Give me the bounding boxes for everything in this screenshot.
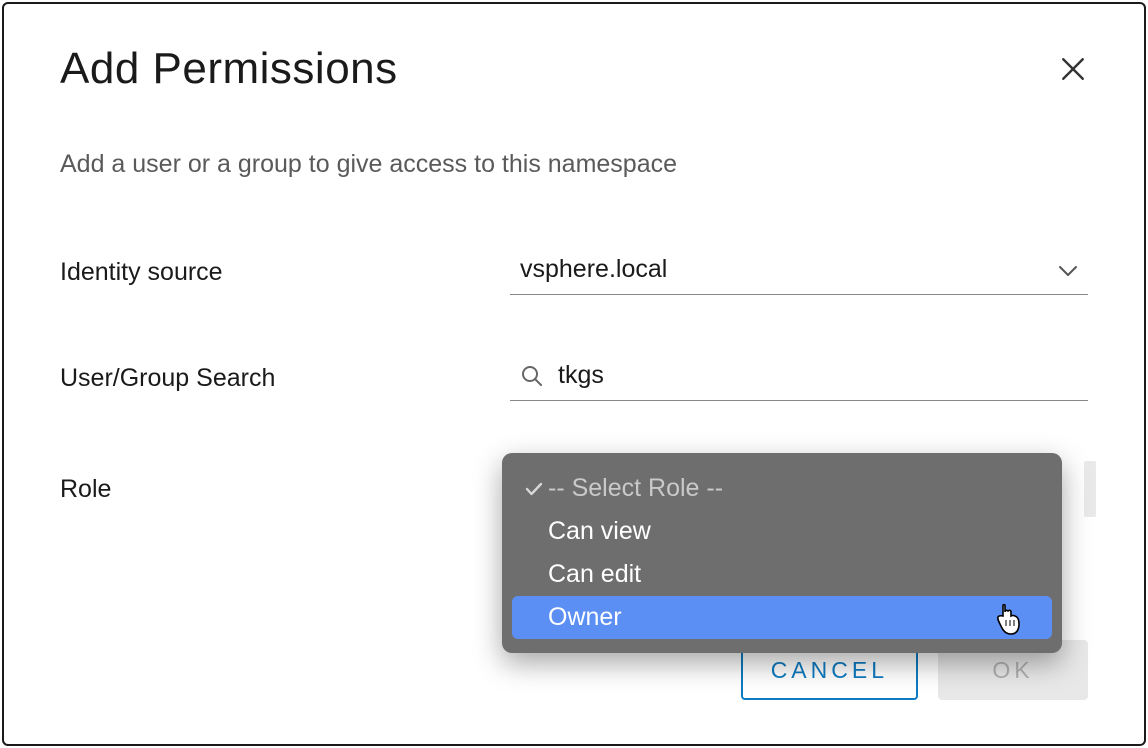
role-option-placeholder: -- Select Role -- <box>512 467 1052 510</box>
chevron-down-icon <box>1058 255 1078 284</box>
role-underlying-select-edge <box>1084 461 1096 517</box>
role-option-placeholder-label: -- Select Role -- <box>548 474 1040 503</box>
dialog-title: Add Permissions <box>60 44 398 94</box>
user-group-search-field <box>510 355 1088 401</box>
add-permissions-dialog: Add Permissions Add a user or a group to… <box>2 2 1146 746</box>
identity-source-field[interactable]: vsphere.local <box>510 249 1088 295</box>
user-group-search-input[interactable] <box>558 361 1078 390</box>
dialog-header: Add Permissions <box>60 44 1088 94</box>
role-option-label: Can view <box>548 517 1040 546</box>
role-label: Role <box>60 461 510 504</box>
close-icon <box>1060 56 1086 82</box>
role-dropdown[interactable]: -- Select Role -- Can view Can edit Owne… <box>502 453 1062 653</box>
close-button[interactable] <box>1058 54 1088 84</box>
search-icon <box>520 364 544 388</box>
role-option-owner[interactable]: Owner <box>512 596 1052 639</box>
identity-source-select[interactable]: vsphere.local <box>510 249 1088 295</box>
role-option-label: Can edit <box>548 560 1040 589</box>
check-icon <box>520 482 548 496</box>
role-row: Role -- Select Role -- Can view Can edit <box>60 461 1088 504</box>
role-option-can-edit[interactable]: Can edit <box>512 553 1052 596</box>
identity-source-value: vsphere.local <box>520 255 667 284</box>
role-option-can-view[interactable]: Can view <box>512 510 1052 553</box>
user-group-search-label: User/Group Search <box>60 364 510 393</box>
role-option-label: Owner <box>548 603 1040 632</box>
identity-source-row: Identity source vsphere.local <box>60 249 1088 295</box>
user-group-search-wrapper <box>510 355 1088 401</box>
user-group-search-row: User/Group Search <box>60 355 1088 401</box>
dialog-subtitle: Add a user or a group to give access to … <box>60 150 1088 179</box>
identity-source-label: Identity source <box>60 258 510 287</box>
